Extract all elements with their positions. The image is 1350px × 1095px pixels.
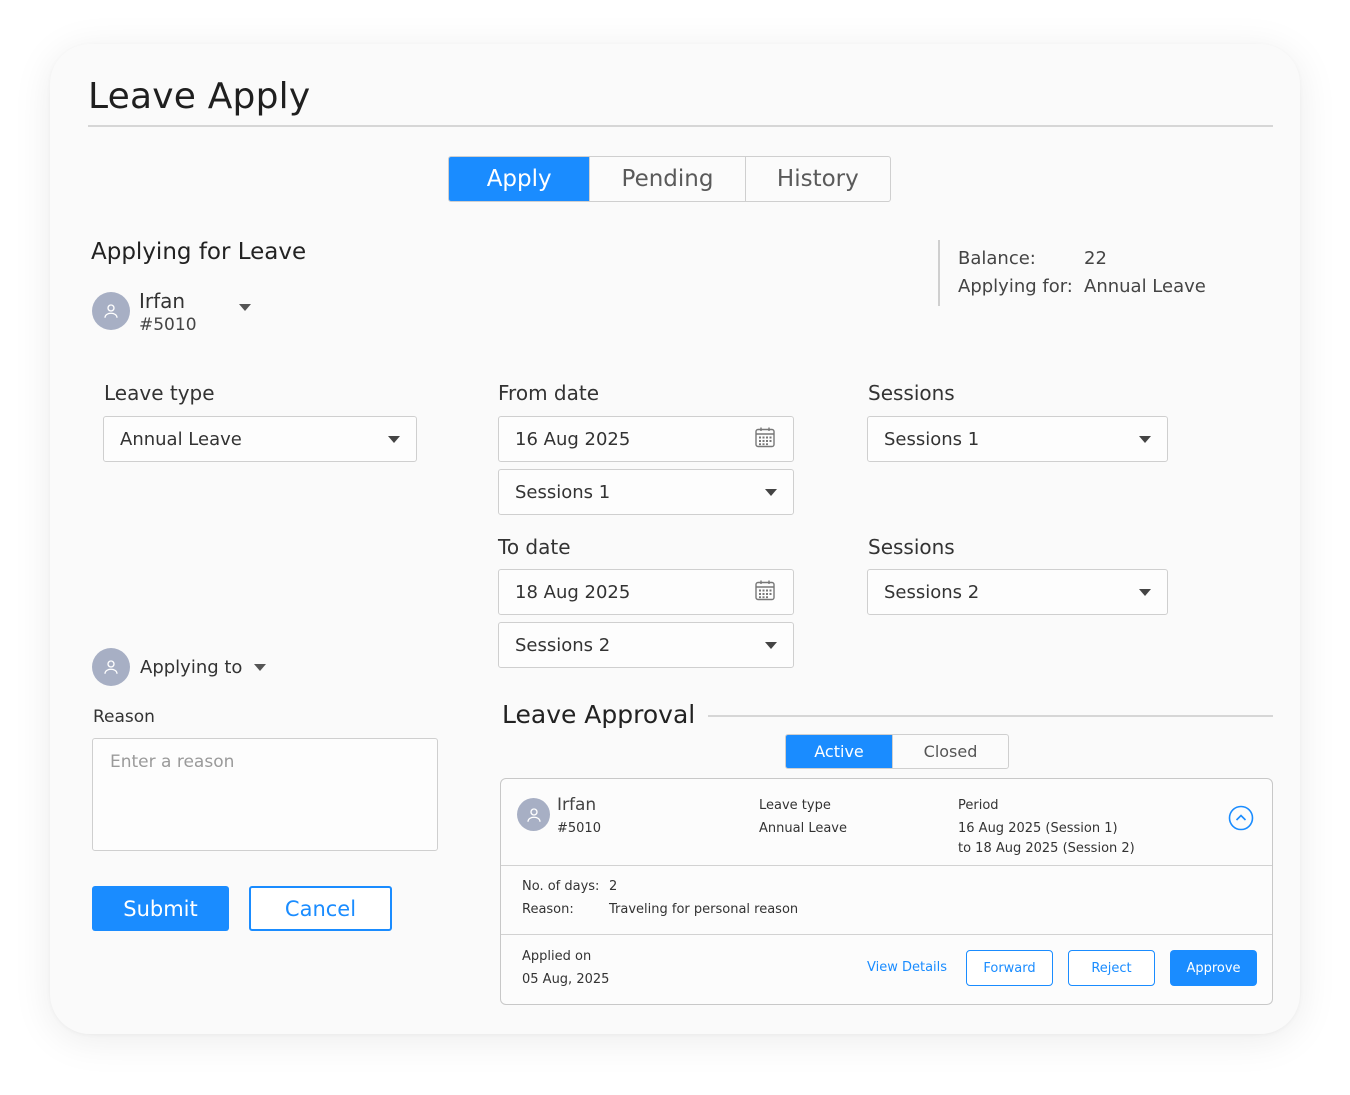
to-date-value: 18 Aug 2025 bbox=[515, 581, 631, 603]
approval-tabs: Active Closed bbox=[785, 734, 1009, 769]
approval-period-to: to 18 Aug 2025 (Session 2) bbox=[958, 841, 1135, 856]
view-details-link[interactable]: View Details bbox=[867, 960, 947, 975]
chevron-down-icon bbox=[238, 304, 251, 311]
applied-on-value: 05 Aug, 2025 bbox=[522, 972, 610, 987]
sessions-from-select[interactable]: Sessions 1 bbox=[867, 416, 1168, 462]
chevron-down-icon bbox=[765, 641, 777, 649]
chevron-down-icon bbox=[254, 663, 267, 671]
tab-apply[interactable]: Apply bbox=[449, 157, 590, 201]
balance-divider bbox=[938, 240, 940, 306]
calendar-icon[interactable] bbox=[753, 578, 777, 607]
chevron-down-icon bbox=[765, 488, 777, 496]
from-date-value: 16 Aug 2025 bbox=[515, 428, 631, 450]
to-session-select[interactable]: Sessions 2 bbox=[498, 622, 794, 668]
approval-card: Irfan #5010 Leave type Annual Leave Peri… bbox=[500, 778, 1273, 1005]
title-divider bbox=[88, 125, 1273, 127]
submit-button[interactable]: Submit bbox=[92, 886, 229, 931]
applying-to-label: Applying to bbox=[140, 656, 243, 678]
tab-history[interactable]: History bbox=[744, 157, 890, 201]
sessions-to-label: Sessions bbox=[868, 535, 955, 559]
to-date-input[interactable]: 18 Aug 2025 bbox=[498, 569, 794, 615]
reason-label: Reason bbox=[93, 707, 155, 727]
sessions-from-label: Sessions bbox=[868, 381, 955, 405]
chevron-up-circle-icon[interactable] bbox=[1228, 805, 1254, 835]
approve-button[interactable]: Approve bbox=[1170, 950, 1257, 986]
from-date-label: From date bbox=[498, 381, 600, 405]
forward-button[interactable]: Forward bbox=[966, 950, 1053, 986]
chevron-down-icon bbox=[1139, 588, 1151, 596]
chevron-down-icon bbox=[388, 435, 400, 443]
to-session-value: Sessions 2 bbox=[515, 634, 611, 656]
reason-detail-value: Traveling for personal reason bbox=[609, 902, 799, 917]
reason-field-container bbox=[92, 738, 438, 851]
tab-closed[interactable]: Closed bbox=[892, 735, 1008, 768]
approval-divider bbox=[708, 715, 1273, 717]
reject-button[interactable]: Reject bbox=[1068, 950, 1155, 986]
card-divider bbox=[501, 934, 1272, 935]
applying-for-label: Applying for: bbox=[958, 276, 1073, 297]
user-icon bbox=[517, 798, 550, 831]
balance-value: 22 bbox=[1084, 248, 1107, 269]
sessions-from-value: Sessions 1 bbox=[884, 428, 980, 450]
reason-input[interactable] bbox=[110, 752, 420, 837]
from-session-select[interactable]: Sessions 1 bbox=[498, 469, 794, 515]
approval-employee-id: #5010 bbox=[557, 821, 601, 836]
leave-type-label: Leave type bbox=[104, 381, 215, 405]
employee-name: Irfan bbox=[139, 289, 186, 313]
applied-on-label: Applied on bbox=[522, 949, 592, 964]
applying-for-value: Annual Leave bbox=[1084, 276, 1206, 297]
chevron-down-icon bbox=[1139, 435, 1151, 443]
user-icon bbox=[92, 648, 130, 686]
from-date-input[interactable]: 16 Aug 2025 bbox=[498, 416, 794, 462]
applying-for-heading: Applying for Leave bbox=[91, 239, 307, 265]
approval-period-from: 16 Aug 2025 (Session 1) bbox=[958, 821, 1118, 836]
applying-to-selector[interactable]: Applying to bbox=[92, 648, 267, 686]
to-date-label: To date bbox=[498, 535, 571, 559]
leave-approval-heading: Leave Approval bbox=[502, 700, 696, 729]
days-label: No. of days: bbox=[522, 879, 600, 894]
main-tabs: Apply Pending History bbox=[448, 156, 891, 202]
page-title: Leave Apply bbox=[88, 76, 311, 117]
card-divider bbox=[501, 865, 1272, 866]
tab-pending[interactable]: Pending bbox=[589, 157, 744, 201]
cancel-button[interactable]: Cancel bbox=[249, 886, 392, 931]
user-icon bbox=[92, 292, 130, 330]
approval-employee-name: Irfan bbox=[557, 795, 597, 815]
days-value: 2 bbox=[609, 879, 618, 894]
tab-active[interactable]: Active bbox=[786, 735, 893, 768]
calendar-icon[interactable] bbox=[753, 425, 777, 454]
from-session-value: Sessions 1 bbox=[515, 481, 611, 503]
approval-leave-type-label: Leave type bbox=[759, 798, 831, 813]
employee-id: #5010 bbox=[139, 315, 197, 335]
leave-type-value: Annual Leave bbox=[120, 428, 242, 450]
sessions-to-select[interactable]: Sessions 2 bbox=[867, 569, 1168, 615]
balance-label: Balance: bbox=[958, 248, 1036, 269]
sessions-to-value: Sessions 2 bbox=[884, 581, 980, 603]
employee-selector[interactable]: Irfan #5010 bbox=[92, 289, 251, 335]
leave-type-select[interactable]: Annual Leave bbox=[103, 416, 417, 462]
approval-period-label: Period bbox=[958, 798, 999, 813]
reason-detail-label: Reason: bbox=[522, 902, 574, 917]
approval-leave-type-value: Annual Leave bbox=[759, 821, 847, 836]
